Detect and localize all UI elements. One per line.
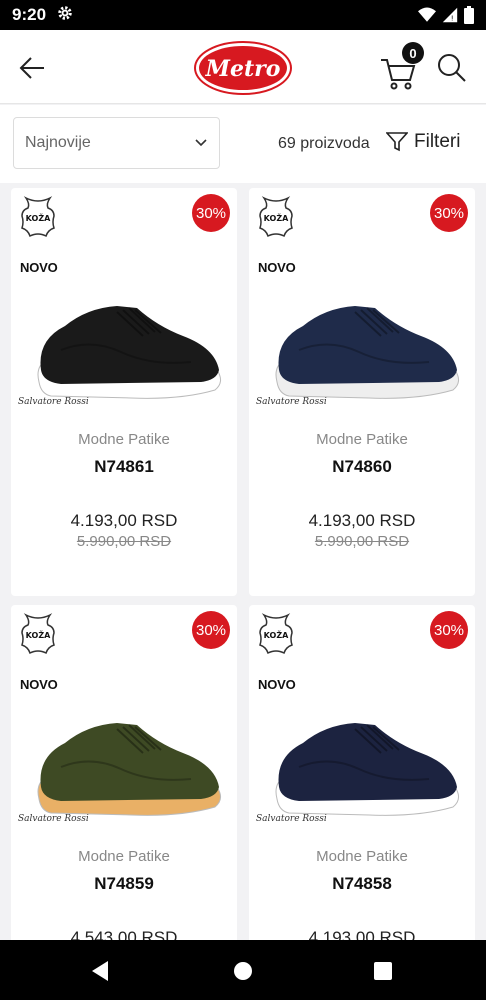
status-icons: !: [418, 6, 474, 24]
discount-badge: 30%: [192, 611, 230, 649]
product-category: Modne Patike: [316, 848, 408, 865]
discount-badge: 30%: [430, 194, 468, 232]
search-button[interactable]: [432, 48, 472, 88]
product-price: 4.193,00 RSD: [308, 928, 416, 940]
product-grid: KOŽA 30% NOVO Salvatore Rossi Modne Pati…: [0, 183, 486, 940]
brand-signature: Salvatore Rossi: [18, 397, 89, 407]
svg-text:KOŽA: KOŽA: [26, 212, 51, 223]
arrow-left-icon: [19, 57, 44, 79]
app-bar: Metro 0: [0, 30, 486, 104]
product-count: 69 proizvoda: [278, 135, 370, 152]
brand-signature: Salvatore Rossi: [18, 814, 89, 824]
new-label: NOVO: [258, 677, 296, 692]
sort-value: Najnovije: [25, 134, 91, 151]
sort-dropdown[interactable]: Najnovije: [13, 117, 220, 169]
product-category: Modne Patike: [78, 848, 170, 865]
brand-signature: Salvatore Rossi: [256, 814, 327, 824]
product-card[interactable]: KOŽA 30% NOVO Salvatore Rossi Modne Pati…: [249, 605, 475, 940]
nav-home-button[interactable]: [230, 958, 256, 984]
discount-badge: 30%: [430, 611, 468, 649]
square-recents-icon: [374, 962, 392, 980]
leather-badge-icon: KOŽA: [258, 196, 294, 238]
status-time: 9:20: [12, 5, 47, 24]
system-nav-bar: [0, 940, 486, 1000]
product-image: [275, 306, 459, 399]
product-price: 4.193,00 RSD: [70, 511, 178, 530]
cart-button[interactable]: 0: [378, 42, 424, 90]
product-price: 4.543,00 RSD: [70, 928, 178, 940]
filter-button[interactable]: Filteri: [386, 131, 460, 153]
leather-badge-icon: KOŽA: [20, 613, 56, 655]
product-old-price: 5.990,00 RSD: [314, 533, 410, 550]
search-icon: [438, 54, 466, 82]
product-card[interactable]: KOŽA 30% NOVO Salvatore Rossi Modne Pati…: [11, 605, 237, 940]
product-code: N74859: [94, 874, 154, 893]
product-card[interactable]: KOŽA 30% NOVO Salvatore Rossi Modne Pati…: [249, 188, 475, 596]
cart-count-badge: 0: [402, 42, 424, 64]
signal-icon: !: [442, 7, 458, 23]
triangle-back-icon: [92, 961, 108, 981]
logo-text: Metro: [205, 56, 281, 82]
svg-text:KOŽA: KOŽA: [26, 629, 51, 640]
svg-text:KOŽA: KOŽA: [264, 629, 289, 640]
product-old-price: 5.990,00 RSD: [76, 533, 172, 550]
new-label: NOVO: [20, 677, 58, 692]
svg-text:KOŽA: KOŽA: [264, 212, 289, 223]
leather-badge-icon: KOŽA: [258, 613, 294, 655]
filter-label: Filteri: [414, 131, 461, 152]
gear-icon: [56, 4, 74, 27]
metro-logo[interactable]: Metro: [193, 40, 293, 96]
product-image: [37, 306, 221, 399]
product-card[interactable]: KOŽA 30% NOVO Salvatore Rossi Modne Pati…: [11, 188, 237, 596]
product-category: Modne Patike: [78, 431, 170, 448]
svg-text:!: !: [451, 14, 454, 23]
leather-badge-icon: KOŽA: [20, 196, 56, 238]
product-image: [275, 723, 459, 816]
product-category: Modne Patike: [316, 431, 408, 448]
status-bar: 9:20 !: [0, 0, 486, 30]
filter-icon: [386, 132, 408, 152]
new-label: NOVO: [20, 260, 58, 275]
product-price: 4.193,00 RSD: [308, 511, 416, 530]
nav-recents-button[interactable]: [370, 958, 396, 984]
circle-home-icon: [234, 962, 252, 980]
product-code: N74860: [332, 457, 392, 476]
nav-back-button[interactable]: [88, 958, 114, 984]
brand-signature: Salvatore Rossi: [256, 397, 327, 407]
chevron-down-icon: [195, 139, 207, 147]
product-code: N74861: [94, 457, 154, 476]
new-label: NOVO: [258, 260, 296, 275]
listing-toolbar: Najnovije 69 proizvoda Filteri: [0, 105, 486, 183]
discount-badge: 30%: [192, 194, 230, 232]
wifi-icon: [418, 7, 436, 22]
back-button[interactable]: [14, 50, 50, 86]
battery-icon: [464, 6, 474, 24]
product-code: N74858: [332, 874, 392, 893]
product-image: [37, 723, 221, 816]
